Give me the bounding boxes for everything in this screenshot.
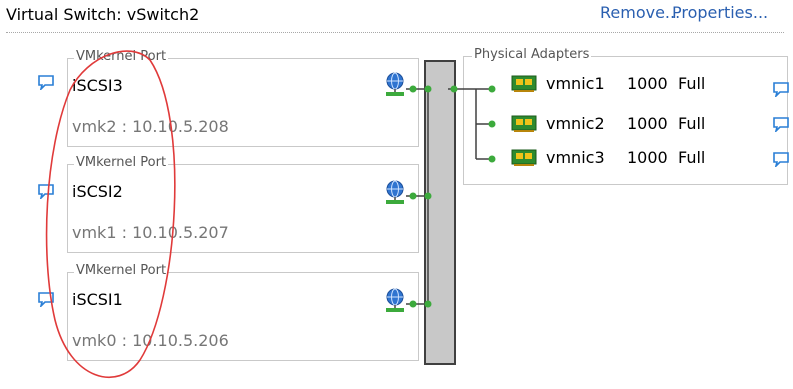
annotation-ellipse bbox=[45, 50, 176, 378]
